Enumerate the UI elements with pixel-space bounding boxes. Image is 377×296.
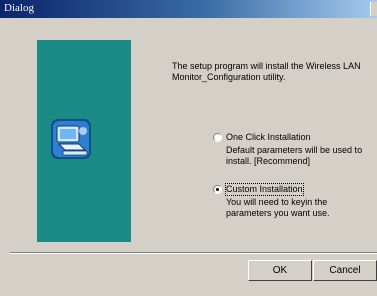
computer-install-icon [49, 117, 95, 161]
one-click-label[interactable]: One Click Installation [226, 132, 311, 143]
custom-radio[interactable] [213, 185, 222, 194]
intro-text: The setup program will install the Wirel… [172, 61, 361, 82]
custom-label[interactable]: Custom Installation [225, 183, 304, 196]
setup-dialog: Dialog The setup program will install th… [0, 0, 377, 296]
title-bar-button-edge[interactable] [370, 2, 377, 16]
one-click-description: Default parameters will be used to insta… [226, 145, 363, 166]
separator-highlight [10, 253, 377, 254]
one-click-radio[interactable] [213, 133, 222, 142]
window-title: Dialog [4, 2, 34, 14]
title-bar[interactable]: Dialog [0, 0, 377, 18]
cancel-button[interactable]: Cancel [313, 260, 377, 281]
ok-button[interactable]: OK [248, 260, 312, 281]
custom-description: You will need to keyin the parameters yo… [226, 197, 330, 218]
